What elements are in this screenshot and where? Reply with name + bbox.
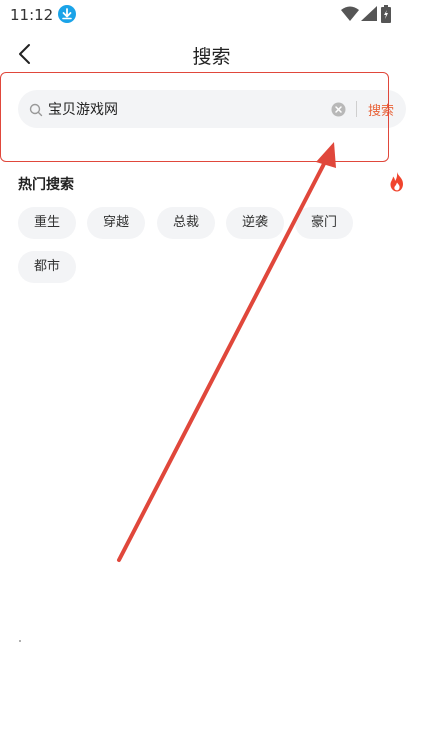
search-button[interactable]: 搜索	[368, 100, 394, 119]
hot-tag[interactable]: 逆袭	[226, 207, 284, 239]
battery-icon	[381, 5, 391, 27]
hot-tag[interactable]: 穿越	[87, 207, 145, 239]
signal-icon	[361, 6, 377, 25]
hot-search-title: 热门搜索	[18, 177, 74, 193]
hot-tag[interactable]: 豪门	[295, 207, 353, 239]
search-icon	[29, 102, 43, 121]
stray-dot	[19, 640, 21, 642]
search-page: 11:12 搜索 宝贝游戏网 搜索 热门搜索 重生 穿越 总裁 逆袭 豪门 都市	[0, 0, 423, 752]
header: 搜索	[0, 34, 423, 74]
wifi-icon	[341, 6, 359, 25]
search-bar: 搜索	[18, 90, 406, 128]
download-icon	[58, 5, 76, 23]
hot-tag[interactable]: 重生	[18, 207, 76, 239]
hot-tag[interactable]: 总裁	[157, 207, 215, 239]
search-input[interactable]	[48, 90, 328, 128]
hot-tag[interactable]: 都市	[18, 251, 76, 283]
status-bar: 11:12	[0, 0, 423, 30]
fire-icon	[388, 172, 406, 196]
page-title: 搜索	[192, 46, 231, 68]
clear-icon[interactable]	[331, 102, 346, 121]
status-time: 11:12	[10, 6, 54, 24]
divider	[356, 101, 357, 117]
